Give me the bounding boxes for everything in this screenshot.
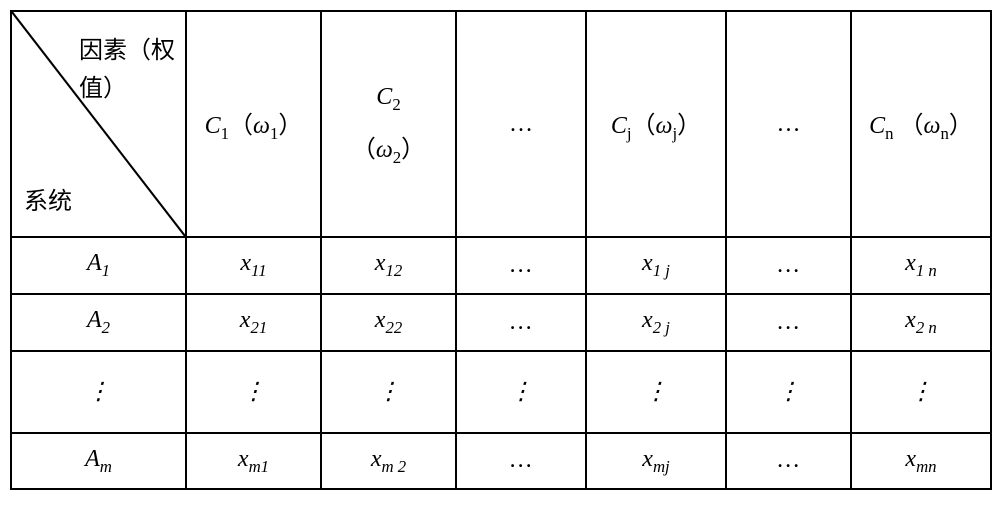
cell: xmn — [851, 433, 991, 490]
diagonal-header: 因素（权 值） 系统 — [11, 11, 186, 237]
header-factor-label: 因素（权 值） — [79, 32, 175, 109]
cell-ellipsis: … — [726, 237, 851, 294]
table-row: A1 x11 x12 … x1 j … x1 n — [11, 237, 991, 294]
cell: x21 — [186, 294, 321, 351]
row-label-am: Am — [11, 433, 186, 490]
header-system-label: 系统 — [24, 181, 72, 216]
vdots-icon: ⋮ — [186, 351, 321, 433]
cell-ellipsis: … — [726, 294, 851, 351]
cell-ellipsis: … — [726, 433, 851, 490]
cell-ellipsis: … — [456, 294, 586, 351]
cell-ellipsis: … — [456, 433, 586, 490]
cell: x22 — [321, 294, 456, 351]
col-header-cn: Cn （ωn） — [851, 11, 991, 237]
cell: xmj — [586, 433, 726, 490]
cell: x11 — [186, 237, 321, 294]
vdots-icon: ⋮ — [586, 351, 726, 433]
col-header-cj: Cj（ωj） — [586, 11, 726, 237]
cell: x1 n — [851, 237, 991, 294]
header-factor-line2: 值） — [79, 76, 127, 102]
vdots-icon: ⋮ — [11, 351, 186, 433]
table-row-vdots: ⋮ ⋮ ⋮ ⋮ ⋮ ⋮ ⋮ — [11, 351, 991, 433]
decision-matrix-table: 因素（权 值） 系统 C1（ω1） C2 （ω2） … Cj（ωj） … Cn … — [10, 10, 992, 490]
cell-ellipsis: … — [456, 237, 586, 294]
header-factor-line1: 因素（权 — [79, 38, 175, 64]
cell: x12 — [321, 237, 456, 294]
cell: xm 2 — [321, 433, 456, 490]
cell: x2 n — [851, 294, 991, 351]
row-label-a2: A2 — [11, 294, 186, 351]
vdots-icon: ⋮ — [726, 351, 851, 433]
vdots-icon: ⋮ — [851, 351, 991, 433]
vdots-icon: ⋮ — [456, 351, 586, 433]
vdots-icon: ⋮ — [321, 351, 456, 433]
table-row: A2 x21 x22 … x2 j … x2 n — [11, 294, 991, 351]
col-header-ellipsis2: … — [726, 11, 851, 237]
table-row: Am xm1 xm 2 … xmj … xmn — [11, 433, 991, 490]
col-header-c2: C2 （ω2） — [321, 11, 456, 237]
col-header-c1: C1（ω1） — [186, 11, 321, 237]
cell: x1 j — [586, 237, 726, 294]
cell: xm1 — [186, 433, 321, 490]
row-label-a1: A1 — [11, 237, 186, 294]
cell: x2 j — [586, 294, 726, 351]
col-header-ellipsis1: … — [456, 11, 586, 237]
